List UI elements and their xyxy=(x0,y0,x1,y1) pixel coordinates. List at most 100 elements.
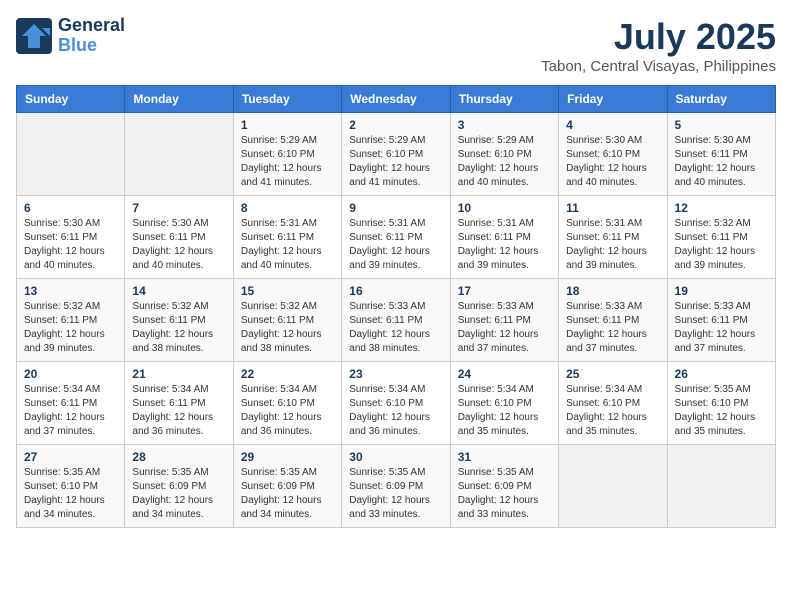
day-info: Sunrise: 5:34 AM Sunset: 6:10 PM Dayligh… xyxy=(349,383,442,439)
day-number: 4 xyxy=(566,118,659,132)
day-info: Sunrise: 5:33 AM Sunset: 6:11 PM Dayligh… xyxy=(458,300,551,356)
calendar-cell: 1 Sunrise: 5:29 AM Sunset: 6:10 PM Daylig… xyxy=(233,113,341,196)
day-number: 1 xyxy=(241,118,334,132)
calendar-cell: 23 Sunrise: 5:34 AM Sunset: 6:10 PM Dayli… xyxy=(342,362,450,445)
calendar-cell: 28Sunrise: 5:35 AM Sunset: 6:09 PM Dayli… xyxy=(125,445,233,528)
day-info: Sunrise: 5:30 AM Sunset: 6:11 PM Dayligh… xyxy=(24,217,117,273)
day-number: 15 xyxy=(241,284,334,298)
day-info: Sunrise: 5:34 AM Sunset: 6:11 PM Dayligh… xyxy=(132,383,225,439)
calendar-cell: 26 Sunrise: 5:35 AM Sunset: 6:10 PM Dayli… xyxy=(667,362,775,445)
calendar-cell: 18Sunrise: 5:33 AM Sunset: 6:11 PM Dayli… xyxy=(559,279,667,362)
day-info: Sunrise: 5:35 AM Sunset: 6:10 PM Dayligh… xyxy=(675,383,768,439)
calendar-cell: 24Sunrise: 5:34 AM Sunset: 6:10 PM Dayli… xyxy=(450,362,558,445)
calendar-cell: 22Sunrise: 5:34 AM Sunset: 6:10 PM Dayli… xyxy=(233,362,341,445)
day-number: 13 xyxy=(24,284,117,298)
weekday-header-cell: Monday xyxy=(125,86,233,113)
weekday-header-cell: Friday xyxy=(559,86,667,113)
day-info: Sunrise: 5:30 AM Sunset: 6:10 PM Dayligh… xyxy=(566,134,659,190)
day-info: Sunrise: 5:32 AM Sunset: 6:11 PM Dayligh… xyxy=(241,300,334,356)
calendar-cell: 27 Sunrise: 5:35 AM Sunset: 6:10 PM Dayli… xyxy=(17,445,125,528)
day-info: Sunrise: 5:32 AM Sunset: 6:11 PM Dayligh… xyxy=(675,217,768,273)
day-info: Sunrise: 5:31 AM Sunset: 6:11 PM Dayligh… xyxy=(458,217,551,273)
day-info: Sunrise: 5:30 AM Sunset: 6:11 PM Dayligh… xyxy=(675,134,768,190)
calendar-cell xyxy=(125,113,233,196)
weekday-header-cell: Sunday xyxy=(17,86,125,113)
calendar-cell: 25 Sunrise: 5:34 AM Sunset: 6:10 PM Dayli… xyxy=(559,362,667,445)
day-number: 17 xyxy=(458,284,551,298)
day-number: 7 xyxy=(132,201,225,215)
calendar-week-row: 27 Sunrise: 5:35 AM Sunset: 6:10 PM Dayli… xyxy=(17,445,776,528)
calendar-body: 1 Sunrise: 5:29 AM Sunset: 6:10 PM Daylig… xyxy=(17,113,776,528)
calendar-cell: 19 Sunrise: 5:33 AM Sunset: 6:11 PM Dayli… xyxy=(667,279,775,362)
calendar-cell: 11 Sunrise: 5:31 AM Sunset: 6:11 PM Dayli… xyxy=(559,196,667,279)
day-info: Sunrise: 5:35 AM Sunset: 6:09 PM Dayligh… xyxy=(241,466,334,522)
calendar-cell: 31 Sunrise: 5:35 AM Sunset: 6:09 PM Dayli… xyxy=(450,445,558,528)
calendar-cell: 6 Sunrise: 5:30 AM Sunset: 6:11 PM Daylig… xyxy=(17,196,125,279)
day-info: Sunrise: 5:34 AM Sunset: 6:10 PM Dayligh… xyxy=(566,383,659,439)
day-info: Sunrise: 5:34 AM Sunset: 6:11 PM Dayligh… xyxy=(24,383,117,439)
page-header: General Blue July 2025 Tabon, Central Vi… xyxy=(16,16,776,75)
calendar-cell: 15 Sunrise: 5:32 AM Sunset: 6:11 PM Dayli… xyxy=(233,279,341,362)
day-number: 28 xyxy=(132,450,225,464)
day-number: 21 xyxy=(132,367,225,381)
calendar-cell: 7Sunrise: 5:30 AM Sunset: 6:11 PM Daylig… xyxy=(125,196,233,279)
calendar-cell: 13Sunrise: 5:32 AM Sunset: 6:11 PM Dayli… xyxy=(17,279,125,362)
day-number: 31 xyxy=(458,450,551,464)
day-number: 11 xyxy=(566,201,659,215)
day-info: Sunrise: 5:31 AM Sunset: 6:11 PM Dayligh… xyxy=(349,217,442,273)
calendar-cell: 5 Sunrise: 5:30 AM Sunset: 6:11 PM Daylig… xyxy=(667,113,775,196)
day-number: 27 xyxy=(24,450,117,464)
day-number: 8 xyxy=(241,201,334,215)
day-number: 25 xyxy=(566,367,659,381)
day-number: 3 xyxy=(458,118,551,132)
day-info: Sunrise: 5:34 AM Sunset: 6:10 PM Dayligh… xyxy=(458,383,551,439)
calendar-cell: 17 Sunrise: 5:33 AM Sunset: 6:11 PM Dayli… xyxy=(450,279,558,362)
day-info: Sunrise: 5:31 AM Sunset: 6:11 PM Dayligh… xyxy=(241,217,334,273)
logo-icon xyxy=(16,18,52,54)
logo-line2: Blue xyxy=(58,36,125,56)
calendar-table: SundayMondayTuesdayWednesdayThursdayFrid… xyxy=(16,85,776,528)
day-info: Sunrise: 5:35 AM Sunset: 6:09 PM Dayligh… xyxy=(349,466,442,522)
day-number: 6 xyxy=(24,201,117,215)
logo-line1: General xyxy=(58,16,125,36)
calendar-cell: 12Sunrise: 5:32 AM Sunset: 6:11 PM Dayli… xyxy=(667,196,775,279)
weekday-header-row: SundayMondayTuesdayWednesdayThursdayFrid… xyxy=(17,86,776,113)
logo: General Blue xyxy=(16,16,125,56)
calendar-cell: 21 Sunrise: 5:34 AM Sunset: 6:11 PM Dayli… xyxy=(125,362,233,445)
calendar-cell: 29Sunrise: 5:35 AM Sunset: 6:09 PM Dayli… xyxy=(233,445,341,528)
day-info: Sunrise: 5:29 AM Sunset: 6:10 PM Dayligh… xyxy=(458,134,551,190)
calendar-cell: 8 Sunrise: 5:31 AM Sunset: 6:11 PM Daylig… xyxy=(233,196,341,279)
weekday-header-cell: Thursday xyxy=(450,86,558,113)
day-number: 19 xyxy=(675,284,768,298)
title-block: July 2025 Tabon, Central Visayas, Philip… xyxy=(541,16,776,75)
day-info: Sunrise: 5:29 AM Sunset: 6:10 PM Dayligh… xyxy=(241,134,334,190)
day-info: Sunrise: 5:33 AM Sunset: 6:11 PM Dayligh… xyxy=(566,300,659,356)
day-number: 30 xyxy=(349,450,442,464)
day-number: 23 xyxy=(349,367,442,381)
calendar-cell: 9 Sunrise: 5:31 AM Sunset: 6:11 PM Daylig… xyxy=(342,196,450,279)
calendar-cell: 2Sunrise: 5:29 AM Sunset: 6:10 PM Daylig… xyxy=(342,113,450,196)
calendar-week-row: 13 Sunrise: 5:32 AM Sunset: 6:11 PM Dayli… xyxy=(17,279,776,362)
day-info: Sunrise: 5:31 AM Sunset: 6:11 PM Dayligh… xyxy=(566,217,659,273)
day-info: Sunrise: 5:35 AM Sunset: 6:09 PM Dayligh… xyxy=(458,466,551,522)
day-number: 5 xyxy=(675,118,768,132)
day-info: Sunrise: 5:33 AM Sunset: 6:11 PM Dayligh… xyxy=(675,300,768,356)
day-number: 20 xyxy=(24,367,117,381)
day-number: 14 xyxy=(132,284,225,298)
calendar-cell: 14 Sunrise: 5:32 AM Sunset: 6:11 PM Dayli… xyxy=(125,279,233,362)
calendar-cell xyxy=(559,445,667,528)
day-info: Sunrise: 5:29 AM Sunset: 6:10 PM Dayligh… xyxy=(349,134,442,190)
day-number: 26 xyxy=(675,367,768,381)
day-info: Sunrise: 5:35 AM Sunset: 6:10 PM Dayligh… xyxy=(24,466,117,522)
calendar-cell xyxy=(667,445,775,528)
weekday-header-cell: Tuesday xyxy=(233,86,341,113)
day-number: 16 xyxy=(349,284,442,298)
calendar-week-row: 6 Sunrise: 5:30 AM Sunset: 6:11 PM Daylig… xyxy=(17,196,776,279)
day-info: Sunrise: 5:34 AM Sunset: 6:10 PM Dayligh… xyxy=(241,383,334,439)
weekday-header-cell: Wednesday xyxy=(342,86,450,113)
calendar-week-row: 1 Sunrise: 5:29 AM Sunset: 6:10 PM Daylig… xyxy=(17,113,776,196)
day-number: 9 xyxy=(349,201,442,215)
day-info: Sunrise: 5:32 AM Sunset: 6:11 PM Dayligh… xyxy=(132,300,225,356)
day-info: Sunrise: 5:33 AM Sunset: 6:11 PM Dayligh… xyxy=(349,300,442,356)
calendar-subtitle: Tabon, Central Visayas, Philippines xyxy=(541,58,776,75)
